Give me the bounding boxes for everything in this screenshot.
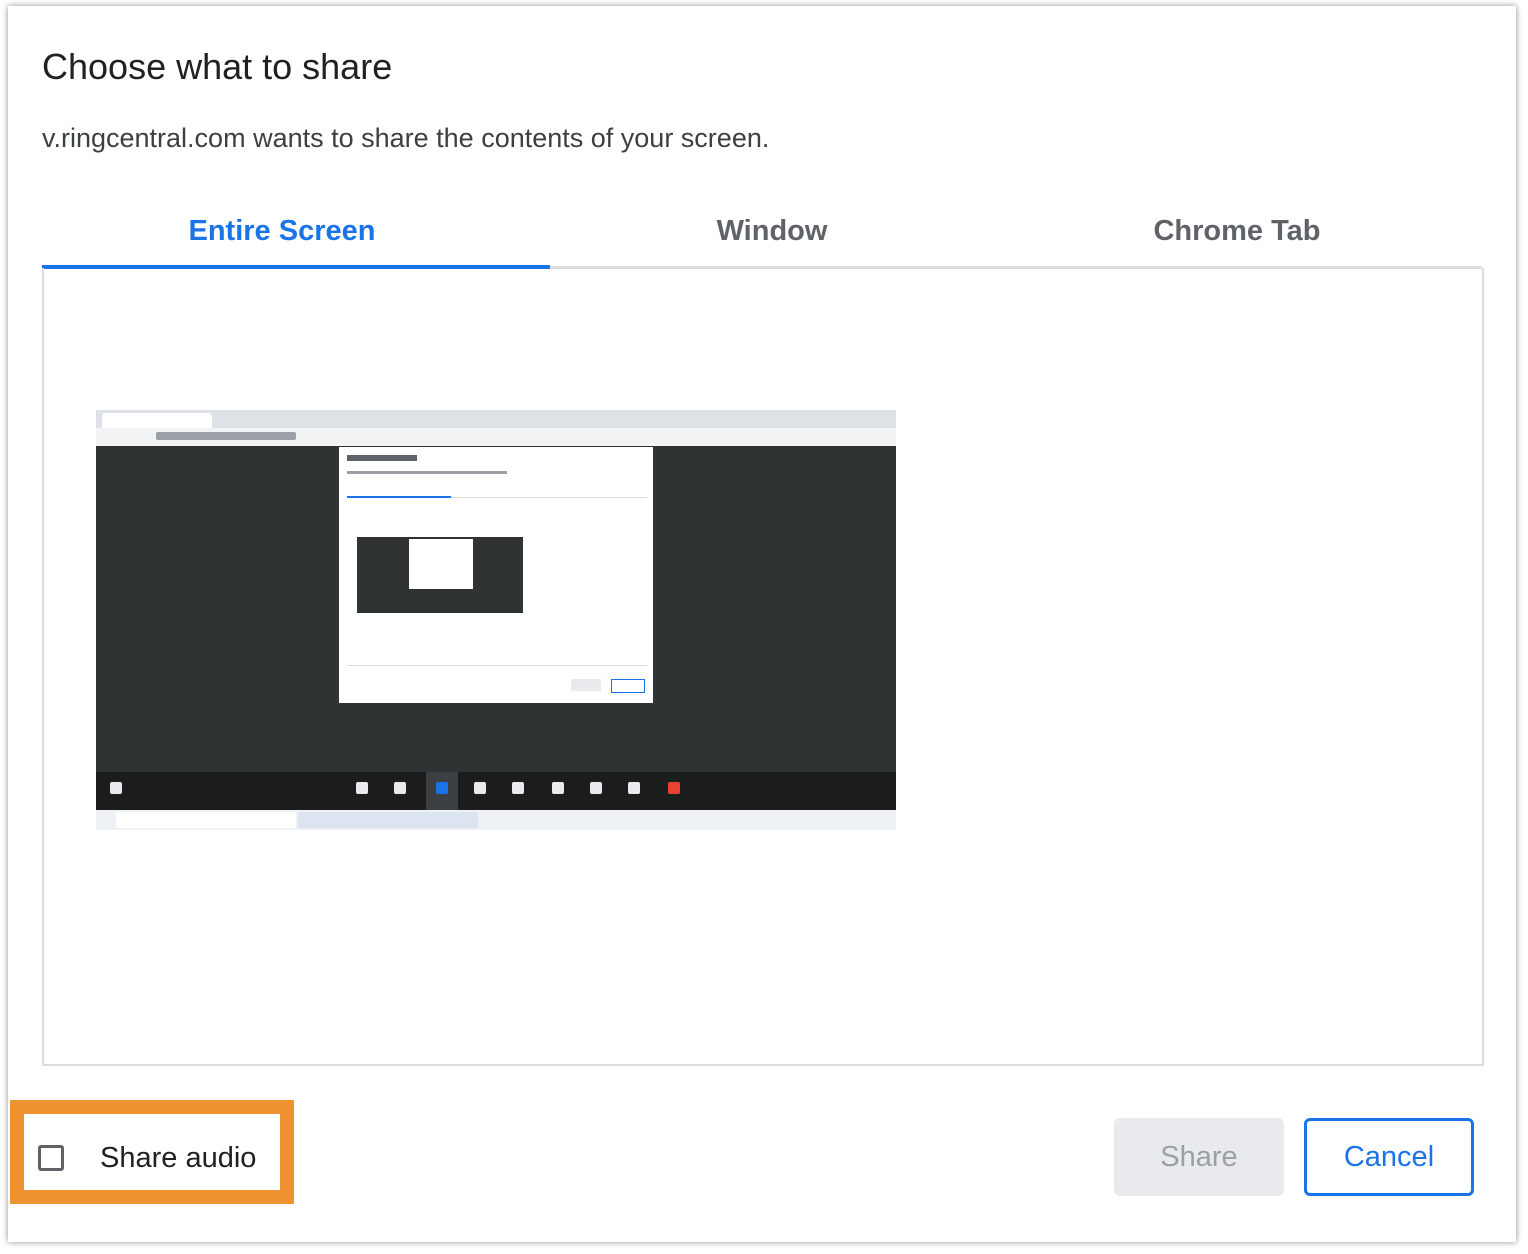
tab-window[interactable]: Window [532, 196, 1012, 266]
share-audio-label: Share audio [100, 1141, 257, 1174]
share-audio-checkbox[interactable] [38, 1145, 64, 1171]
thumbnail-browser-tabbar [96, 410, 896, 428]
screen-thumbnail[interactable] [96, 410, 896, 830]
tab-bar: Entire Screen Window Chrome Tab [42, 196, 1482, 269]
thumbnail-dialog [339, 447, 653, 703]
share-audio-option[interactable]: Share audio [26, 1116, 282, 1200]
thumbnail-meeting-toolbar [96, 772, 896, 810]
tab-chrome-tab[interactable]: Chrome Tab [997, 196, 1477, 266]
preview-area [42, 268, 1484, 1066]
tab-entire-screen[interactable]: Entire Screen [42, 196, 550, 269]
share-button[interactable]: Share [1114, 1118, 1284, 1196]
thumbnail-taskbar [96, 810, 896, 830]
cancel-button[interactable]: Cancel [1304, 1118, 1474, 1196]
thumbnail-address-bar [96, 428, 896, 446]
dialog-title: Choose what to share [42, 46, 393, 87]
share-dialog: Choose what to share v.ringcentral.com w… [8, 6, 1516, 1242]
dialog-subtitle: v.ringcentral.com wants to share the con… [42, 123, 770, 153]
